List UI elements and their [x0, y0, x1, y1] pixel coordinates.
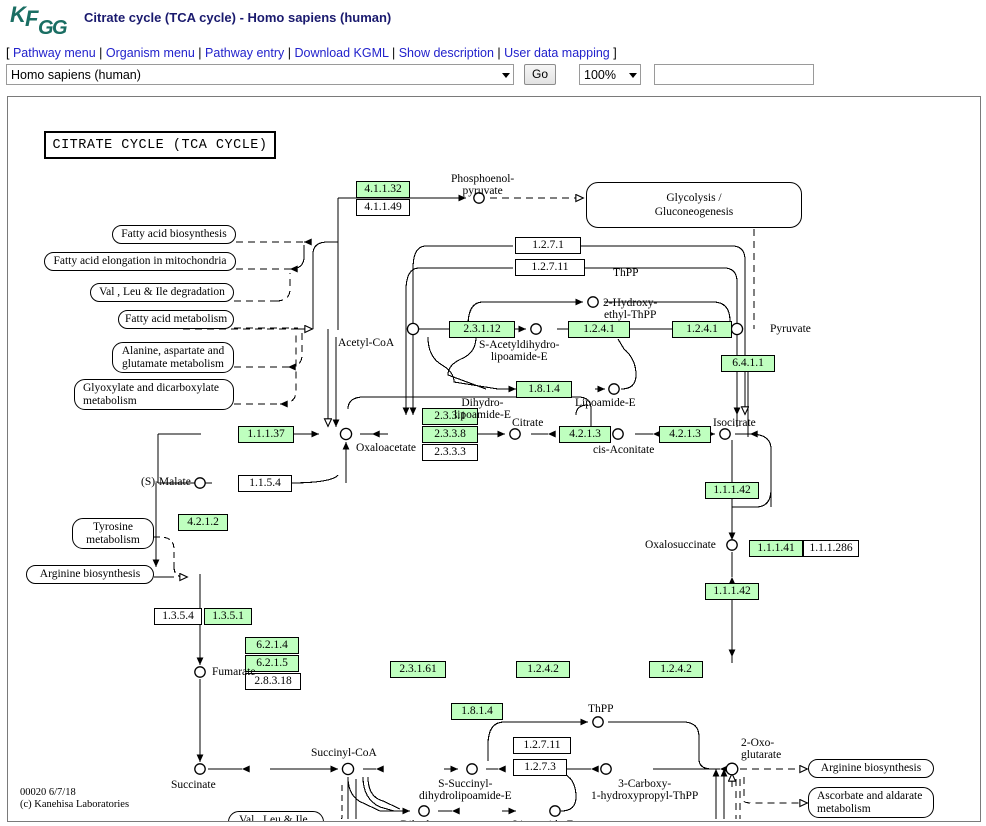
- compound-label-2-hydroxyethyl-thpp[interactable]: 2-Hydroxy- ethyl-ThPP: [603, 297, 657, 321]
- menu-item-download-kgml[interactable]: Download KGML: [294, 46, 388, 60]
- pathway-link-alanine-aspartate-glutamate-metabolism[interactable]: Alanine, aspartate and glutamate metabol…: [112, 342, 234, 373]
- pathway-map: CITRATE CYCLE (TCA CYCLE) Fatty acid bio…: [8, 97, 978, 821]
- compound-label-succinyl-coa[interactable]: Succinyl-CoA: [311, 747, 377, 759]
- kegg-logo[interactable]: K F G G: [10, 2, 76, 40]
- enzyme-box-4-2-1-2[interactable]: 4.2.1.2: [178, 514, 228, 531]
- enzyme-box-6-2-1-4[interactable]: 6.2.1.4: [245, 637, 299, 654]
- organism-select-value: Homo sapiens (human): [11, 68, 141, 82]
- compound-label-oxaloacetate[interactable]: Oxaloacetate: [356, 442, 416, 454]
- menu-bracket-close: ]: [613, 46, 617, 60]
- organism-select[interactable]: Homo sapiens (human): [6, 64, 514, 85]
- enzyme-box-1-2-7-3[interactable]: 1.2.7.3: [513, 759, 567, 776]
- page-title: Citrate cycle (TCA cycle) - Homo sapiens…: [84, 10, 392, 25]
- compound-label-citrate[interactable]: Citrate: [512, 417, 543, 429]
- enzyme-box-6-4-1-1[interactable]: 6.4.1.1: [721, 355, 775, 372]
- compound-label-dihydrolipoamide-e-lower[interactable]: Dihydro- lipoamide-E: [393, 819, 450, 821]
- enzyme-box-1-2-4-2-a[interactable]: 1.2.4.2: [516, 661, 570, 678]
- enzyme-box-1-1-1-41[interactable]: 1.1.1.41: [749, 540, 803, 557]
- compound-label-phosphoenolpyruvate[interactable]: Phosphoenol- pyruvate: [451, 173, 514, 197]
- compound-label-dihydrolipoamide-e-upper[interactable]: Dihydro- lipoamide-E: [454, 397, 511, 421]
- map-title-box: CITRATE CYCLE (TCA CYCLE): [44, 131, 276, 159]
- pathway-link-tyrosine-metabolism[interactable]: Tyrosine metabolism: [72, 518, 154, 549]
- compound-label-2-oxoglutarate[interactable]: 2-Oxo- glutarate: [741, 737, 781, 761]
- compound-label-succinate[interactable]: Succinate: [171, 779, 216, 791]
- pathway-link-glycolysis-gluconeogenesis[interactable]: Glycolysis / Gluconeogenesis: [586, 182, 802, 228]
- pathway-link-arginine-biosynthesis-left[interactable]: Arginine biosynthesis: [26, 565, 154, 584]
- compound-label-cis-aconitate[interactable]: cis-Aconitate: [593, 444, 654, 456]
- compound-nodes: [194, 192, 744, 817]
- menu-item-pathway-menu[interactable]: Pathway menu: [13, 46, 96, 60]
- map-footer: 00020 6/7/18 (c) Kanehisa Laboratories: [20, 787, 130, 810]
- enzyme-box-1-1-1-37[interactable]: 1.1.1.37: [238, 426, 294, 443]
- chevron-down-icon: [502, 72, 510, 78]
- enzyme-box-4-2-1-3-a[interactable]: 4.2.1.3: [559, 426, 611, 443]
- compound-label-s-malate[interactable]: (S)-Malate: [141, 476, 191, 488]
- pathway-link-fatty-acid-metabolism[interactable]: Fatty acid metabolism: [118, 310, 234, 329]
- enzyme-box-4-2-1-3-b[interactable]: 4.2.1.3: [659, 426, 711, 443]
- zoom-select[interactable]: 100%: [579, 64, 641, 85]
- enzyme-box-1-2-7-11-b[interactable]: 1.2.7.11: [513, 737, 571, 754]
- enzyme-box-1-2-7-1[interactable]: 1.2.7.1: [515, 237, 581, 254]
- pathway-canvas[interactable]: CITRATE CYCLE (TCA CYCLE) Fatty acid bio…: [7, 96, 981, 822]
- menu-item-organism-menu[interactable]: Organism menu: [106, 46, 195, 60]
- chevron-down-icon: [629, 72, 637, 78]
- compound-label-s-succinyldihydrolipoamide-e[interactable]: S-Succinyl- dihydrolipoamide-E: [419, 778, 512, 802]
- zoom-select-value: 100%: [584, 68, 616, 82]
- menu-separator: |: [198, 46, 202, 60]
- menu-item-show-description[interactable]: Show description: [399, 46, 494, 60]
- enzyme-box-1-3-5-4[interactable]: 1.3.5.4: [154, 608, 202, 625]
- enzyme-box-1-1-1-286[interactable]: 1.1.1.286: [803, 540, 859, 557]
- enzyme-box-4-1-1-49[interactable]: 4.1.1.49: [356, 199, 410, 216]
- enzyme-box-1-2-4-1-b[interactable]: 1.2.4.1: [672, 321, 732, 338]
- pathway-link-arginine-biosynthesis-right[interactable]: Arginine biosynthesis: [808, 759, 934, 778]
- pathway-link-ascorbate-aldarate-metabolism[interactable]: Ascorbate and aldarate metabolism: [808, 787, 934, 818]
- go-button[interactable]: Go: [524, 64, 556, 85]
- enzyme-box-1-8-1-4-a[interactable]: 1.8.1.4: [516, 381, 572, 398]
- enzyme-box-1-3-5-1[interactable]: 1.3.5.1: [204, 608, 252, 625]
- menu-separator: |: [497, 46, 501, 60]
- pathway-link-glyoxylate-dicarboxylate-metabolism[interactable]: Glyoxylate and dicarboxylate metabolism: [74, 379, 234, 410]
- menu-separator: |: [99, 46, 103, 60]
- pathway-link-fatty-acid-biosynthesis[interactable]: Fatty acid biosynthesis: [112, 225, 236, 244]
- svg-text:G: G: [52, 17, 68, 39]
- enzyme-box-1-1-5-4[interactable]: 1.1.5.4: [238, 475, 292, 492]
- enzyme-box-1-2-4-1-a[interactable]: 1.2.4.1: [568, 321, 630, 338]
- compound-label-oxalosuccinate[interactable]: Oxalosuccinate: [645, 539, 716, 551]
- enzyme-box-1-1-1-42-b[interactable]: 1.1.1.42: [705, 583, 759, 600]
- compound-label-s-acetyldihydrolipoamide-e[interactable]: S-Acetyldihydro- lipoamide-E: [479, 339, 559, 363]
- pathway-link-val-leu-ile-degradation[interactable]: Val , Leu & Ile degradation: [90, 283, 234, 302]
- compound-label-3-carboxy-1-hydroxypropyl-thpp[interactable]: 3-Carboxy- 1-hydroxypropyl-ThPP: [591, 778, 698, 802]
- search-input[interactable]: [654, 64, 814, 85]
- enzyme-box-2-3-1-12[interactable]: 2.3.1.12: [449, 321, 515, 338]
- compound-label-pyruvate[interactable]: Pyruvate: [770, 323, 811, 335]
- svg-text:F: F: [25, 6, 39, 31]
- enzyme-box-2-3-3-8[interactable]: 2.3.3.8: [422, 426, 478, 443]
- enzyme-box-2-3-1-61[interactable]: 2.3.1.61: [390, 661, 446, 678]
- compound-label-thpp-lower[interactable]: ThPP: [588, 703, 614, 715]
- menu-item-pathway-entry[interactable]: Pathway entry: [205, 46, 284, 60]
- compound-label-thpp-upper[interactable]: ThPP: [613, 267, 639, 279]
- enzyme-box-2-3-3-3[interactable]: 2.3.3.3: [422, 444, 478, 461]
- menu-separator: |: [287, 46, 291, 60]
- menu-bracket-open: [: [6, 46, 10, 60]
- pathway-link-val-leu-ile-degradation-2[interactable]: Val , Leu & Ile degradation: [228, 811, 324, 821]
- menu-separator: |: [391, 46, 396, 60]
- compound-label-fumarate[interactable]: Fumarate: [212, 666, 255, 678]
- page-header: K F G G Citrate cycle (TCA cycle) - Homo…: [0, 0, 986, 92]
- compound-label-lipoamide-e-upper[interactable]: Lipoamide-E: [575, 397, 636, 409]
- compound-label-lipoamide-e-lower[interactable]: Lipoamide-E: [513, 819, 574, 821]
- enzyme-box-4-1-1-32[interactable]: 4.1.1.32: [356, 181, 410, 198]
- enzyme-box-1-8-1-4-b[interactable]: 1.8.1.4: [451, 703, 503, 720]
- enzyme-box-1-2-4-2-b[interactable]: 1.2.4.2: [649, 661, 703, 678]
- menu-item-user-data-mapping[interactable]: User data mapping: [504, 46, 610, 60]
- compound-label-acetyl-coa[interactable]: Acetyl-CoA: [338, 337, 394, 349]
- enzyme-box-1-1-1-42-a[interactable]: 1.1.1.42: [705, 482, 759, 499]
- pathway-link-fatty-acid-elongation[interactable]: Fatty acid elongation in mitochondria: [44, 252, 236, 271]
- enzyme-box-1-2-7-11[interactable]: 1.2.7.11: [515, 259, 585, 276]
- menu-bar: [ Pathway menu | Organism menu | Pathway…: [6, 46, 617, 60]
- compound-label-isocitrate[interactable]: Isocitrate: [713, 417, 756, 429]
